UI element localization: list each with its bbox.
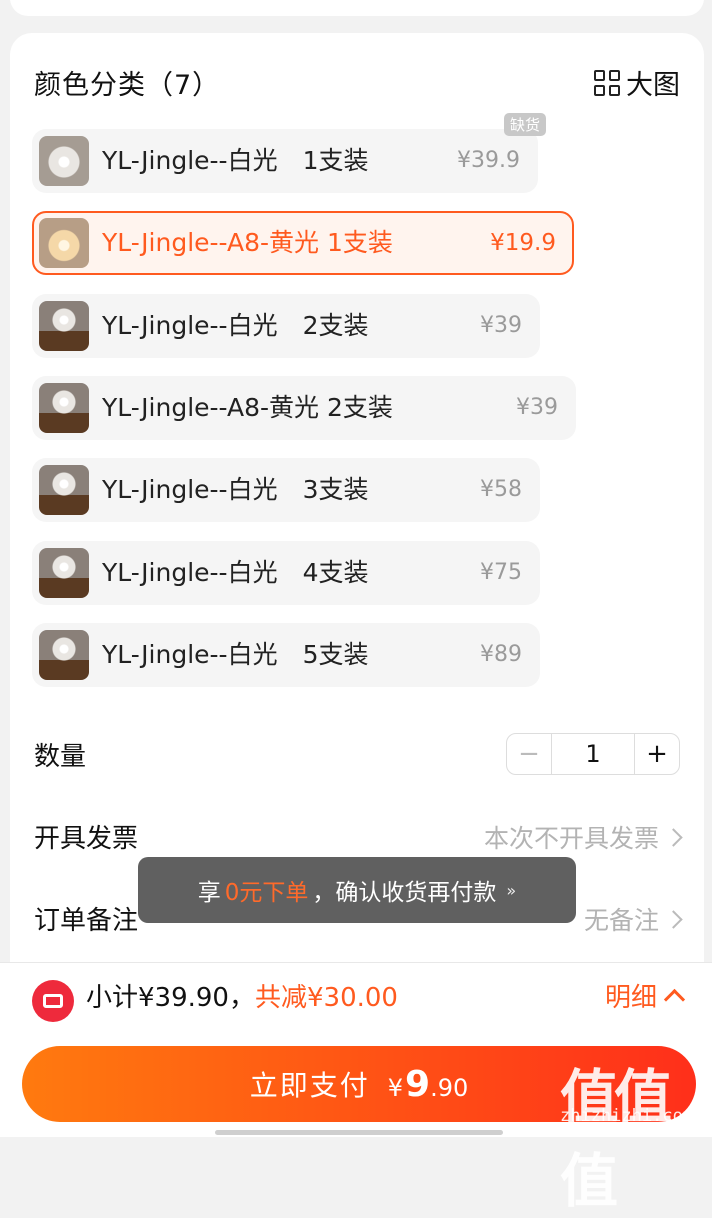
coupon-icon: [32, 980, 74, 1022]
product-thumbnail: [39, 383, 89, 433]
sku-option-7[interactable]: YL-Jingle--白光 5支装 ¥89: [32, 623, 540, 687]
quantity-stepper: − 1 +: [506, 733, 680, 775]
sku-option-name: YL-Jingle--白光 5支装: [102, 640, 369, 669]
watermark-logo: 值值值: [560, 1063, 672, 1215]
chevron-right-icon: [664, 827, 683, 847]
toast-prefix: 享: [197, 880, 221, 906]
remark-value: 无备注: [583, 906, 659, 935]
big-view-label: 大图: [626, 70, 680, 101]
product-thumbnail: [39, 301, 89, 351]
price-summary: 小计¥39.90，共减¥30.00: [86, 977, 398, 1014]
double-chevron-down-icon: »: [506, 880, 517, 900]
invoice-label: 开具发票: [34, 824, 139, 854]
toast-suffix: ，确认收货再付款: [312, 880, 497, 906]
grid-view-icon: [594, 69, 620, 96]
sku-option-price: ¥39.9: [457, 148, 520, 173]
product-thumbnail: [39, 218, 89, 268]
product-thumbnail: [39, 465, 89, 515]
sku-option-price: ¥19.9: [490, 230, 556, 256]
toast-highlight: 0元下单: [224, 880, 309, 906]
sku-option-name: YL-Jingle--白光 1支装: [102, 146, 369, 175]
remark-label: 订单备注: [34, 906, 139, 936]
product-thumbnail: [39, 630, 89, 680]
quantity-plus-button[interactable]: +: [635, 734, 679, 774]
pay-later-toast[interactable]: 享 0元下单 ，确认收货再付款 »: [138, 857, 576, 923]
sku-option-price: ¥89: [480, 642, 522, 667]
chevron-up-icon: [663, 988, 686, 1011]
remark-selector[interactable]: 无备注: [583, 901, 683, 937]
sku-option-4[interactable]: YL-Jingle--A8-黄光 2支装 ¥39: [32, 376, 576, 440]
sku-option-price: ¥58: [480, 477, 522, 502]
sku-option-price: ¥39: [480, 313, 522, 338]
sku-option-2[interactable]: YL-Jingle--A8-黄光 1支装 ¥19.9: [32, 211, 574, 275]
sku-option-price: ¥75: [480, 560, 522, 585]
pay-amount-dec: .90: [430, 1073, 469, 1102]
pay-label: 立即支付: [249, 1069, 370, 1102]
pay-amount-int: 9: [405, 1063, 431, 1105]
sku-option-name: YL-Jingle--白光 2支装: [102, 311, 369, 340]
quantity-value[interactable]: 1: [551, 734, 635, 774]
chevron-right-icon: [664, 909, 683, 929]
quantity-minus-button[interactable]: −: [507, 734, 551, 774]
out-of-stock-badge: 缺货: [503, 113, 546, 136]
pay-currency: ¥: [387, 1073, 404, 1102]
sku-option-name: YL-Jingle--白光 4支装: [102, 558, 369, 587]
discount-text: 共减¥30.00: [254, 983, 398, 1013]
big-view-toggle[interactable]: 大图: [594, 63, 680, 102]
detail-button[interactable]: 明细: [604, 977, 686, 1014]
product-thumbnail: [39, 136, 89, 186]
sku-selection-card: 颜色分类（7） 大图 YL-Jingle--白光 1支装 ¥39.9 缺货 YL-Ji…: [10, 33, 704, 993]
pay-amount: ¥9.90: [388, 1064, 469, 1105]
sku-option-6[interactable]: YL-Jingle--白光 4支装 ¥75: [32, 541, 540, 605]
invoice-value: 本次不开具发票: [483, 824, 659, 853]
sku-option-1[interactable]: YL-Jingle--白光 1支装 ¥39.9 缺货: [32, 113, 546, 193]
quantity-label: 数量: [34, 742, 87, 772]
previous-card-edge: [10, 0, 704, 16]
sku-option-name: YL-Jingle--A8-黄光 2支装: [102, 393, 393, 422]
detail-label: 明细: [604, 983, 657, 1013]
invoice-selector[interactable]: 本次不开具发票: [483, 819, 683, 855]
sku-option-3[interactable]: YL-Jingle--白光 2支装 ¥39: [32, 294, 540, 358]
sku-option-5[interactable]: YL-Jingle--白光 3支装 ¥58: [32, 458, 540, 522]
product-thumbnail: [39, 548, 89, 598]
sku-option-name: YL-Jingle--A8-黄光 1支装: [102, 228, 393, 257]
watermark-url: zhizhizhi.com: [560, 1106, 694, 1126]
sku-option-price: ¥39: [516, 395, 558, 420]
subtotal-text: 小计¥39.90，: [86, 983, 255, 1013]
color-category-title: 颜色分类（7）: [34, 70, 221, 101]
sku-option-name: YL-Jingle--白光 3支装: [102, 475, 369, 504]
home-indicator: [215, 1130, 503, 1135]
